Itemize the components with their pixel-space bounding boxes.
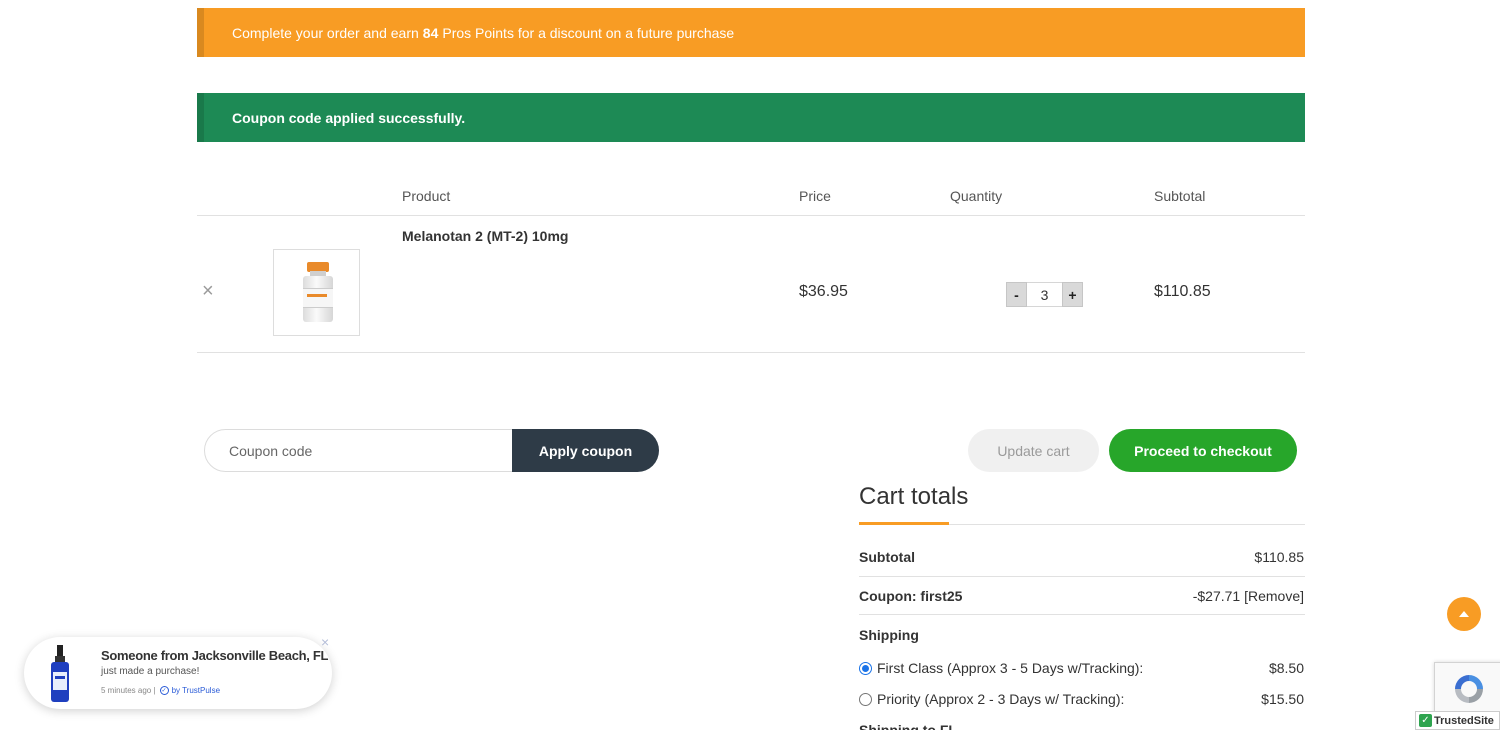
quantity-input[interactable]: 3 xyxy=(1027,282,1062,307)
coupon-discount-value: -$27.71 xyxy=(1192,588,1241,604)
apply-coupon-button[interactable]: Apply coupon xyxy=(512,429,659,472)
totals-row-divider xyxy=(859,614,1305,615)
coupon-code-input[interactable]: Coupon code xyxy=(204,429,516,472)
proceed-to-checkout-button[interactable]: Proceed to checkout xyxy=(1109,429,1297,472)
points-notice-text-after: Pros Points for a discount on a future p… xyxy=(442,24,735,41)
header-quantity: Quantity xyxy=(950,188,1003,204)
coupon-success-notice: Coupon code applied successfully. xyxy=(197,93,1305,142)
shipping-radio-first-class[interactable] xyxy=(859,661,872,675)
popup-close-icon[interactable]: × xyxy=(321,634,329,650)
popup-meta: 5 minutes ago | ✓ by TrustPulse xyxy=(101,686,220,695)
shipping-radio-priority[interactable] xyxy=(859,692,872,706)
remove-item-icon[interactable]: × xyxy=(202,280,214,303)
remove-coupon-link[interactable]: [Remove] xyxy=(1244,588,1304,604)
shipping-option-priority[interactable]: Priority (Approx 2 - 3 Days w/ Tracking)… xyxy=(859,691,1124,707)
popup-subtitle: just made a purchase! xyxy=(101,666,200,677)
coupon-discount: -$27.71 [Remove] xyxy=(1193,588,1304,604)
header-price: Price xyxy=(799,188,831,204)
shipping-option-first-class[interactable]: First Class (Approx 3 - 5 Days w/Trackin… xyxy=(859,660,1143,676)
shipping-destination: Shipping to FL. xyxy=(859,722,961,730)
quantity-plus-button[interactable]: + xyxy=(1062,282,1083,307)
item-price: $36.95 xyxy=(799,283,848,300)
product-name-link[interactable]: Melanotan 2 (MT-2) 10mg xyxy=(402,228,568,244)
header-subtotal: Subtotal xyxy=(1154,188,1206,204)
trustedsite-label: TrustedSite xyxy=(1434,714,1494,727)
header-divider xyxy=(197,215,1305,216)
verified-check-icon: ✓ xyxy=(159,686,169,695)
shipping-label: Shipping xyxy=(859,627,919,643)
vial-label xyxy=(303,288,333,308)
popup-time: 5 minutes ago | xyxy=(101,686,156,695)
shipping-option-label[interactable]: First Class (Approx 3 - 5 Days w/Trackin… xyxy=(877,660,1143,676)
trustpulse-label: by TrustPulse xyxy=(171,686,221,695)
points-notice: Complete your order and earn 84 Pros Poi… xyxy=(197,8,1305,57)
coupon-success-text: Coupon code applied successfully. xyxy=(232,109,466,126)
scroll-to-top-button[interactable] xyxy=(1447,597,1481,631)
shipping-price-priority: $15.50 xyxy=(1261,691,1304,707)
product-thumbnail[interactable] xyxy=(273,249,360,336)
item-subtotal: $110.85 xyxy=(1154,283,1211,300)
trustedsite-badge[interactable]: ✓ TrustedSite xyxy=(1415,711,1500,730)
trustedsite-check-icon: ✓ xyxy=(1419,714,1432,727)
recaptcha-icon xyxy=(1455,675,1483,703)
popup-title: Someone from Jacksonville Beach, FL xyxy=(101,648,329,663)
points-notice-text: Complete your order and earn xyxy=(232,24,419,41)
quantity-minus-button[interactable]: - xyxy=(1006,282,1027,307)
quantity-stepper: - 3 + xyxy=(1006,282,1083,307)
points-value: 84 xyxy=(422,24,439,41)
chevron-up-icon xyxy=(1459,611,1469,617)
totals-subtotal-label: Subtotal xyxy=(859,549,915,565)
trustpulse-popup[interactable]: Someone from Jacksonville Beach, FL just… xyxy=(24,637,332,709)
header-product: Product xyxy=(402,188,451,204)
shipping-option-label[interactable]: Priority (Approx 2 - 3 Days w/ Tracking)… xyxy=(877,691,1124,707)
cart-totals-title: Cart totals xyxy=(859,483,969,510)
row-divider xyxy=(197,352,1305,353)
totals-subtotal-value: $110.85 xyxy=(1254,549,1304,565)
totals-title-underline xyxy=(859,522,949,525)
coupon-label: Coupon: first25 xyxy=(859,588,963,604)
update-cart-button[interactable]: Update cart xyxy=(968,429,1099,472)
totals-row-divider xyxy=(859,576,1305,577)
product-bottle-icon xyxy=(51,645,69,702)
shipping-price-first-class: $8.50 xyxy=(1268,660,1304,676)
coupon-placeholder: Coupon code xyxy=(229,442,313,459)
trustpulse-link[interactable]: ✓ by TrustPulse xyxy=(159,686,221,695)
